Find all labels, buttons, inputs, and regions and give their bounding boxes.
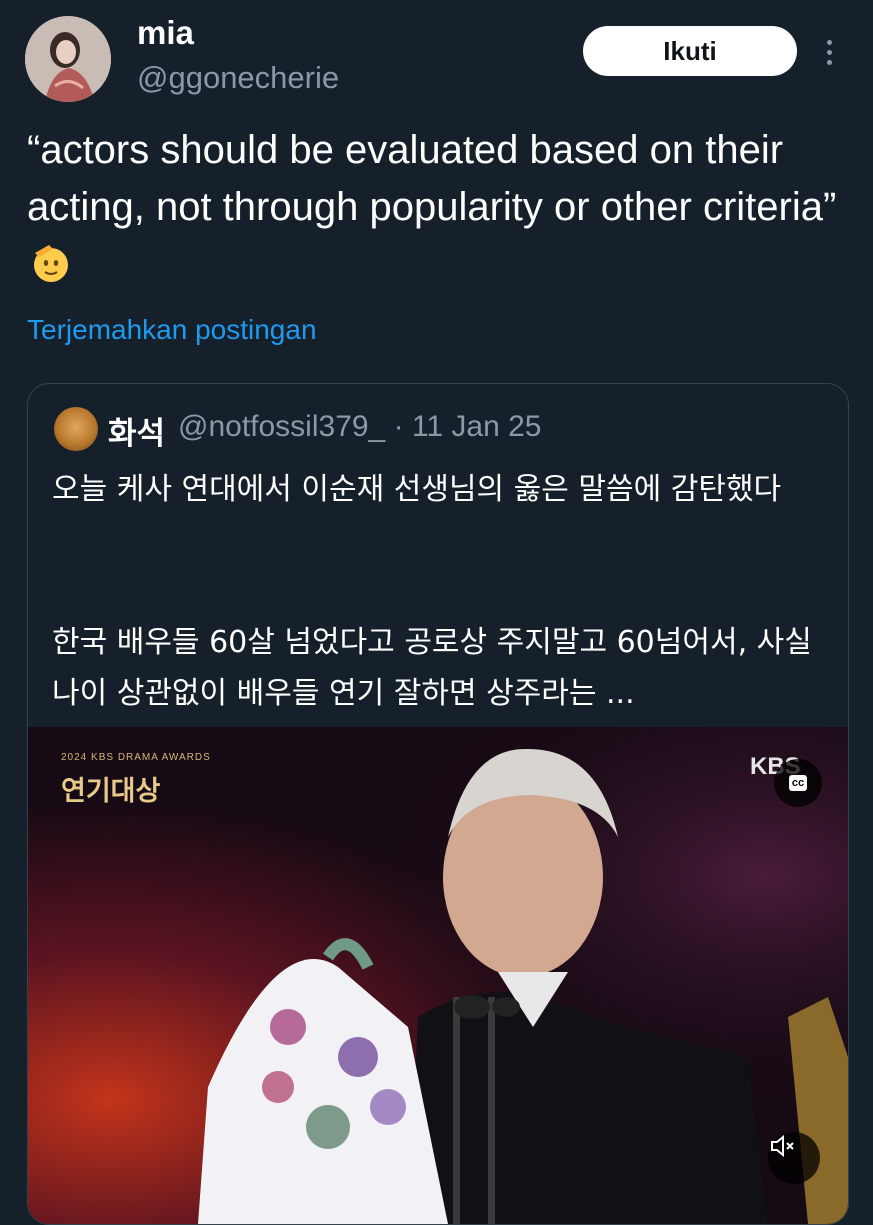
quoted-tweet-text: 오늘 케사 연대에서 이순재 선생님의 옳은 말씀에 감탄했다 한국 배우들 6… (52, 472, 812, 711)
tweet-text: “actors should be evaluated based on the… (27, 128, 837, 229)
saluting-face-icon (27, 239, 73, 285)
tweet-body: “actors should be evaluated based on the… (27, 122, 847, 293)
speaker-muted-icon (771, 1134, 794, 1158)
captions-icon: cc (788, 775, 808, 791)
translate-post-link[interactable]: Terjemahkan postingan (27, 314, 317, 346)
quoted-author-meta: @notfossil379_ · 11 Jan 25 (178, 410, 542, 443)
mute-button[interactable] (768, 1132, 820, 1184)
video-overlay-title: 연기대상 (61, 776, 161, 807)
follow-button[interactable]: Ikuti (583, 26, 797, 76)
video-player[interactable]: 2024 KBS DRAMA AWARDS 연기대상 KBS cc (28, 727, 848, 1224)
quoted-tweet-card[interactable]: 화석 @notfossil379_ · 11 Jan 25 오늘 케사 연대에서… (27, 383, 849, 1225)
avatar-image (25, 16, 111, 102)
captions-button[interactable]: cc (774, 759, 822, 807)
quoted-author-avatar (54, 407, 98, 451)
quoted-author-name: 화석 (108, 416, 166, 451)
author-handle[interactable]: @ggonecherie (137, 60, 339, 96)
author-display-name[interactable]: mia (137, 14, 194, 52)
video-overlay-subtitle: 2024 KBS DRAMA AWARDS (61, 752, 211, 763)
author-avatar[interactable] (25, 16, 111, 102)
more-options-icon[interactable] (812, 30, 846, 74)
